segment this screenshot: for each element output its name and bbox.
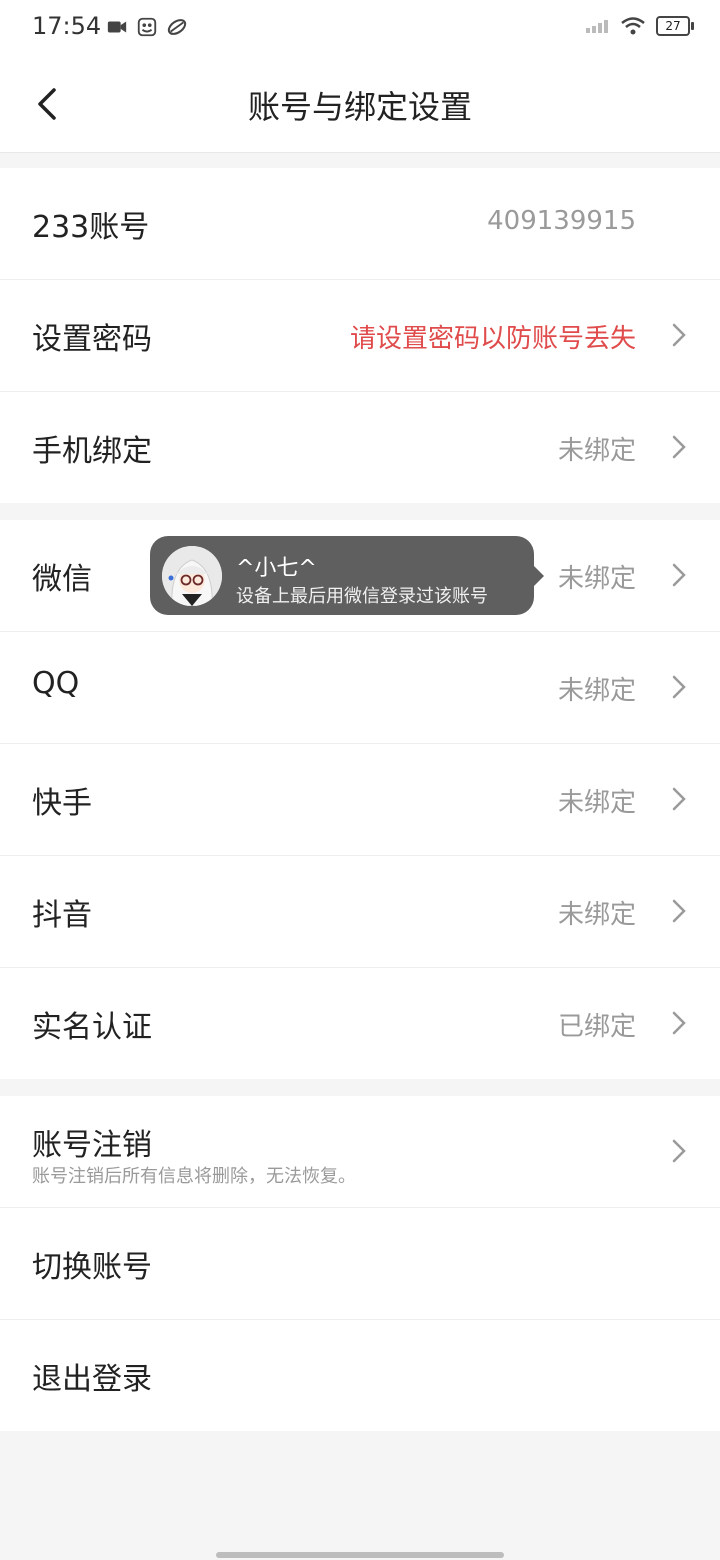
wifi-icon <box>621 17 645 35</box>
home-indicator[interactable] <box>216 1552 504 1558</box>
chevron-right-icon <box>672 787 686 811</box>
row-label: 切换账号 <box>32 1250 152 1285</box>
status-right: 27 <box>586 16 694 36</box>
binding-status: 未绑定 <box>557 564 636 594</box>
status-bar: 17:54 27 <box>0 0 720 56</box>
app-notification-icon <box>137 17 157 37</box>
page-title: 账号与绑定设置 <box>247 88 472 126</box>
row-233-account: 233账号 409139915 <box>0 168 720 280</box>
row-subtitle: 账号注销后所有信息将删除，无法恢复。 <box>32 1166 356 1187</box>
binding-status: 已绑定 <box>557 1012 636 1042</box>
signal-icon <box>586 20 608 33</box>
avatar <box>162 546 222 606</box>
row-logout[interactable]: 退出登录 <box>0 1320 720 1431</box>
leaf-app-icon <box>167 19 187 35</box>
row-douyin[interactable]: 抖音 未绑定 <box>0 856 720 968</box>
row-cancel-account[interactable]: 账号注销 账号注销后所有信息将删除，无法恢复。 <box>0 1096 720 1208</box>
top-nav-bar: 账号与绑定设置 <box>0 56 720 153</box>
row-label: QQ <box>32 666 80 701</box>
password-warning: 请设置密码以防账号丢失 <box>349 324 636 354</box>
chevron-right-icon <box>672 323 686 347</box>
row-label: 微信 <box>32 562 92 597</box>
wechat-login-tooltip: ^小七^ 设备上最后用微信登录过该账号 <box>150 536 544 615</box>
status-time: 17:54 <box>32 12 102 40</box>
binding-status: 未绑定 <box>557 788 636 818</box>
row-label: 退出登录 <box>32 1362 152 1397</box>
chevron-right-icon <box>672 1011 686 1035</box>
tooltip-username: ^小七^ <box>236 556 317 581</box>
avatar-illustration-icon <box>162 546 222 606</box>
row-real-name[interactable]: 实名认证 已绑定 <box>0 968 720 1079</box>
binding-status: 未绑定 <box>557 900 636 930</box>
row-label: 实名认证 <box>32 1010 152 1045</box>
chevron-right-icon <box>672 1139 686 1163</box>
binding-status: 未绑定 <box>557 436 636 466</box>
chevron-right-icon <box>672 435 686 459</box>
row-label: 抖音 <box>32 898 92 933</box>
row-switch-account[interactable]: 切换账号 <box>0 1208 720 1320</box>
row-qq[interactable]: QQ 未绑定 <box>0 632 720 744</box>
account-id: 409139915 <box>487 206 636 236</box>
row-set-password[interactable]: 设置密码 请设置密码以防账号丢失 <box>0 280 720 392</box>
binding-status: 未绑定 <box>557 676 636 706</box>
chevron-right-icon <box>672 563 686 587</box>
row-label: 手机绑定 <box>32 434 152 469</box>
chevron-right-icon <box>672 899 686 923</box>
row-label: 233账号 <box>32 210 150 245</box>
account-actions-group: 账号注销 账号注销后所有信息将删除，无法恢复。 切换账号 退出登录 <box>0 1096 720 1431</box>
chevron-right-icon <box>672 675 686 699</box>
tooltip-description: 设备上最后用微信登录过该账号 <box>236 586 488 607</box>
row-label: 快手 <box>32 786 92 821</box>
video-camera-icon <box>107 21 127 33</box>
row-kuaishou[interactable]: 快手 未绑定 <box>0 744 720 856</box>
row-label: 设置密码 <box>32 322 152 357</box>
row-label: 账号注销 <box>32 1128 152 1163</box>
row-phone-binding[interactable]: 手机绑定 未绑定 <box>0 392 720 503</box>
tooltip-arrow <box>534 566 544 586</box>
account-group: 233账号 409139915 设置密码 请设置密码以防账号丢失 手机绑定 未绑… <box>0 168 720 503</box>
battery-icon: 27 <box>656 16 694 36</box>
